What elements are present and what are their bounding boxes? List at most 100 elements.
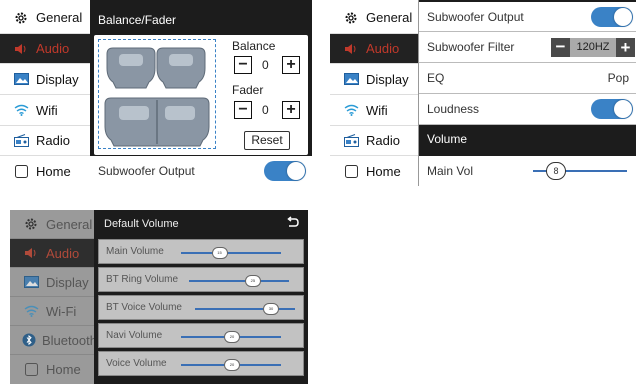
balance-plus-button[interactable]: + — [282, 56, 300, 74]
sidebar-item-label: Display — [366, 71, 409, 87]
volume-slider-knob[interactable]: 15 — [211, 247, 228, 259]
sidebar-item-label: Wi-Fi — [46, 303, 77, 319]
sidebar-item-general[interactable]: General — [10, 210, 94, 239]
volume-row-label: BT Ring Volume — [106, 274, 179, 285]
filter-plus-button[interactable]: + — [616, 38, 635, 57]
sidebar-item-label: General — [366, 10, 413, 25]
gear-icon — [342, 11, 360, 25]
gear-icon — [22, 217, 40, 231]
main-vol-slider-knob[interactable]: 8 — [546, 162, 566, 180]
sidebar: General Audio Display Wifi Radio Home — [330, 0, 418, 186]
sidebar-item-home[interactable]: Home — [10, 355, 94, 384]
main-vol-row: Main Vol 8 — [419, 156, 636, 186]
page-title: Default Volume — [104, 218, 179, 230]
wifi-icon — [22, 304, 40, 318]
fader-label: Fader — [232, 83, 264, 97]
reset-button[interactable]: Reset — [244, 131, 290, 150]
sidebar-item-general[interactable]: General — [330, 2, 418, 34]
sidebar-item-label: Home — [46, 362, 81, 377]
balance-minus-button[interactable]: − — [234, 56, 252, 74]
volume-row-label: Voice Volume — [106, 358, 167, 369]
volume-slider-track[interactable] — [189, 280, 290, 282]
sidebar-item-general[interactable]: General — [0, 2, 90, 34]
wifi-icon — [342, 103, 360, 117]
display-icon — [342, 72, 360, 86]
radio-icon — [12, 134, 30, 148]
sidebar-item-label: Audio — [46, 245, 80, 261]
volume-slider-track[interactable] — [181, 252, 281, 254]
loudness-row: Loudness — [419, 94, 636, 125]
sidebar-item-label: Display — [36, 71, 79, 87]
speaker-icon — [12, 42, 30, 56]
bluetooth-icon — [22, 333, 36, 347]
main-area: Default Volume Main Volume 15 BT Ring Volu… — [94, 210, 308, 384]
volume-row: Voice Volume 20 — [98, 351, 304, 376]
page-title: Balance/Fader — [98, 13, 177, 27]
sidebar-item-radio[interactable]: Radio — [330, 126, 418, 156]
sidebar-item-display[interactable]: Display — [0, 64, 90, 95]
fader-minus-button[interactable]: − — [234, 101, 252, 119]
subwoofer-output-row: Subwoofer Output — [90, 156, 312, 186]
volume-row: BT Ring Volume 25 — [98, 267, 304, 292]
subwoofer-output-label: Subwoofer Output — [98, 164, 195, 178]
filter-minus-button[interactable]: − — [551, 38, 570, 57]
sidebar-item-display[interactable]: Display — [330, 64, 418, 95]
sidebar-item-wifi[interactable]: Wifi — [0, 95, 90, 126]
filter-stepper: − 120HZ + — [551, 38, 635, 57]
display-icon — [22, 275, 40, 289]
back-arrow-icon[interactable] — [286, 216, 300, 230]
main-area: Subwoofer Output Subwoofer Filter − 120H… — [418, 0, 636, 186]
sidebar-item-display[interactable]: Display — [10, 268, 94, 297]
panel-balance-fader: General Audio Display Wifi Radio Home Ba… — [0, 0, 312, 186]
main-vol-label: Main Vol — [427, 164, 474, 178]
volume-row: Main Volume 15 — [98, 239, 304, 264]
subwoofer-output-row: Subwoofer Output — [419, 2, 636, 32]
volume-slider-knob[interactable]: 30 — [263, 303, 279, 315]
volume-slider-knob[interactable]: 20 — [224, 331, 240, 343]
sidebar-item-label: Audio — [36, 41, 70, 56]
sidebar-item-audio[interactable]: Audio — [0, 34, 90, 64]
fader-value: 0 — [262, 103, 269, 117]
filter-value: 120HZ — [576, 41, 610, 53]
sidebar-item-bluetooth[interactable]: Bluetooth — [10, 326, 97, 355]
volume-row-label: BT Voice Volume — [106, 302, 182, 313]
subwoofer-output-toggle[interactable] — [264, 161, 306, 181]
subwoofer-output-label: Subwoofer Output — [427, 9, 524, 24]
home-checkbox-icon — [342, 164, 360, 178]
sidebar-item-home[interactable]: Home — [330, 156, 418, 186]
home-checkbox-icon — [22, 363, 40, 377]
sidebar-item-label: Audio — [366, 41, 400, 56]
seat-map[interactable] — [98, 39, 216, 149]
display-icon — [12, 72, 30, 86]
eq-value: Pop — [607, 71, 629, 85]
eq-row[interactable]: EQ Pop — [419, 63, 636, 94]
home-checkbox-icon — [12, 164, 30, 178]
sidebar: General Audio Display Wi-Fi Bluetooth Ho… — [10, 210, 97, 384]
panel-default-volume: General Audio Display Wi-Fi Bluetooth Ho… — [10, 210, 308, 384]
volume-section-header: Volume — [427, 132, 468, 146]
car-seats-graphic — [104, 47, 210, 147]
sidebar-item-radio[interactable]: Radio — [0, 126, 90, 156]
sidebar-item-wifi[interactable]: Wi-Fi — [10, 297, 94, 326]
volume-row: BT Voice Volume 30 — [98, 295, 304, 320]
subwoofer-filter-row: Subwoofer Filter − 120HZ + — [419, 32, 636, 63]
volume-row: Navi Volume 20 — [98, 323, 304, 348]
sidebar-item-home[interactable]: Home — [0, 156, 90, 186]
volume-slider-knob[interactable]: 25 — [244, 275, 261, 287]
sidebar-item-label: General — [46, 216, 93, 232]
loudness-toggle[interactable] — [591, 99, 633, 119]
volume-slider-track[interactable] — [195, 308, 295, 310]
balance-value: 0 — [262, 58, 269, 72]
gear-icon — [12, 11, 30, 25]
volume-slider-knob[interactable]: 20 — [224, 359, 240, 371]
fader-plus-button[interactable]: + — [282, 101, 300, 119]
sidebar-item-label: Bluetooth — [42, 332, 97, 348]
sidebar-item-audio[interactable]: Audio — [10, 239, 94, 268]
subwoofer-output-toggle[interactable] — [591, 7, 633, 27]
sidebar-item-label: Radio — [36, 133, 70, 148]
sidebar-item-label: Wifi — [36, 102, 58, 118]
sidebar-item-label: Display — [46, 274, 89, 290]
sidebar-item-wifi[interactable]: Wifi — [330, 95, 418, 126]
sidebar-item-audio[interactable]: Audio — [330, 34, 418, 64]
panel-audio-settings: General Audio Display Wifi Radio Home Su… — [330, 0, 636, 186]
